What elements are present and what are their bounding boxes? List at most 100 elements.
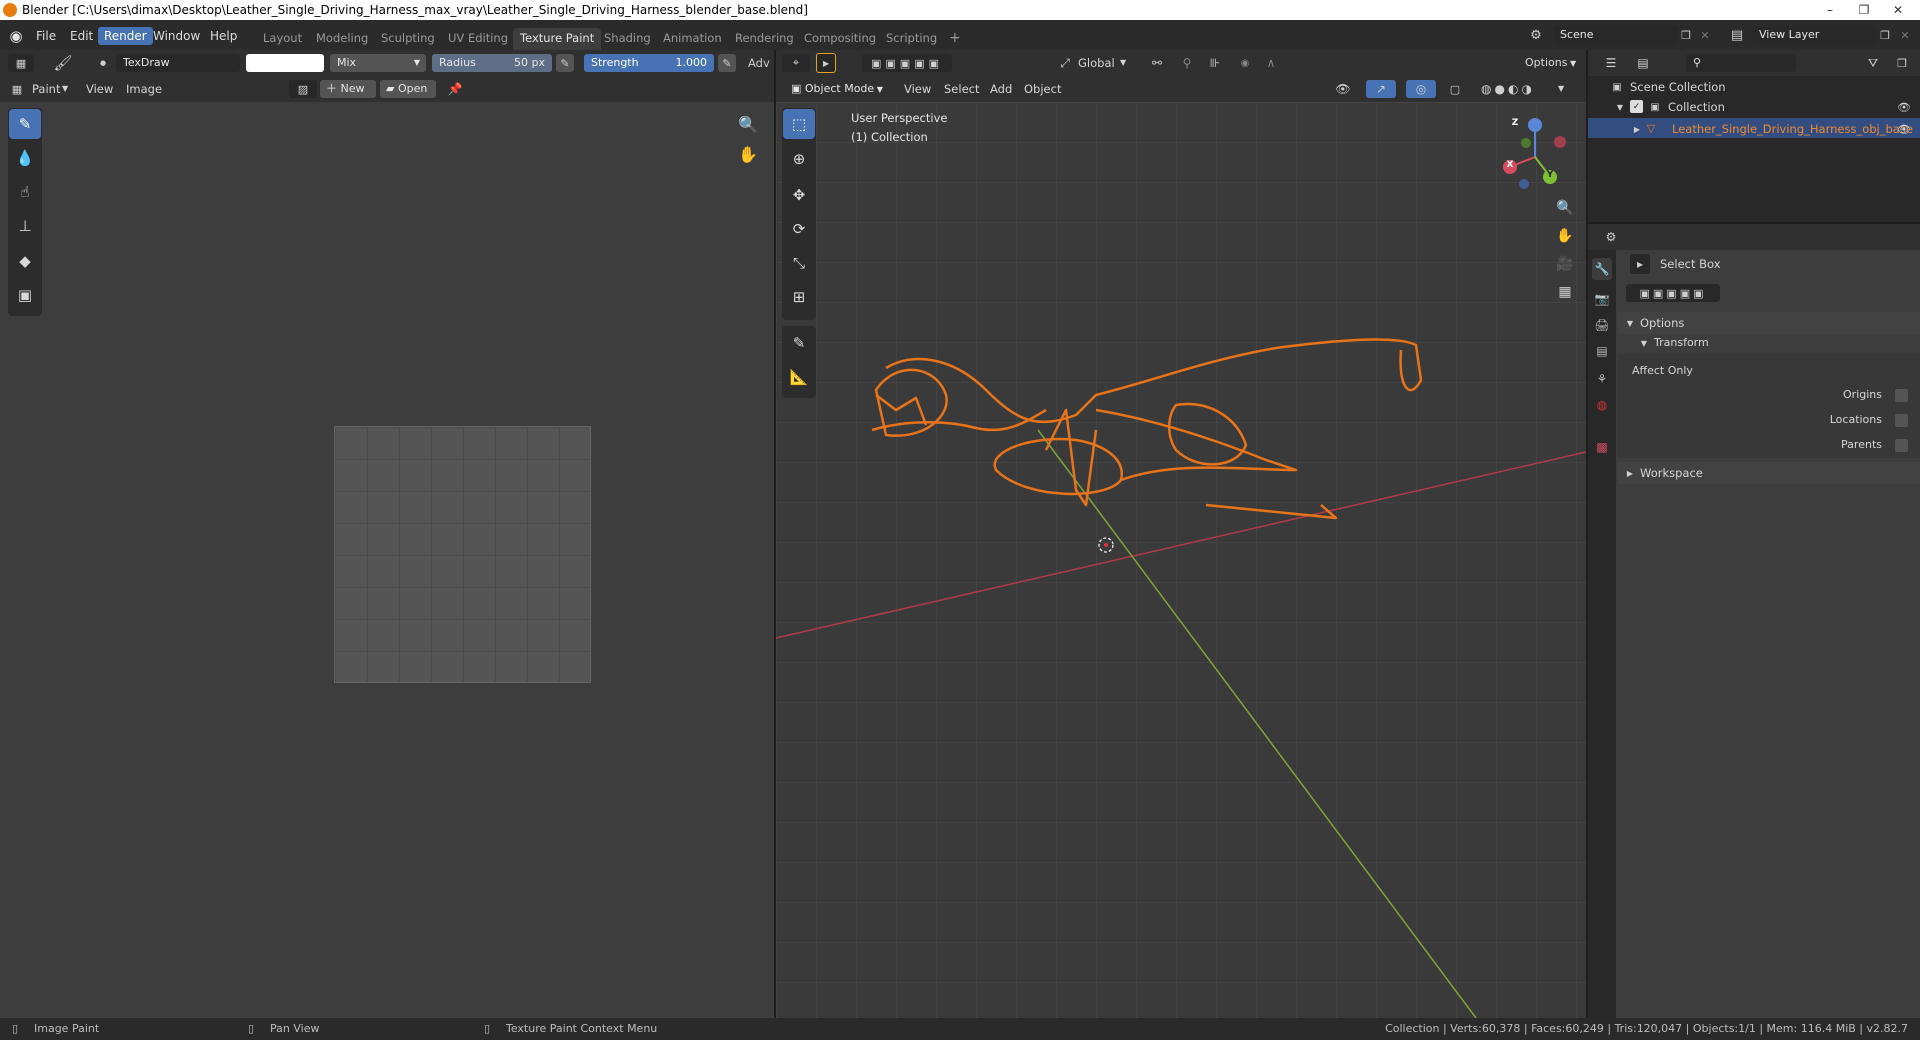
expand-arrow-icon[interactable]: ▼ (1614, 100, 1626, 114)
soften-tool-button[interactable]: 💧 (9, 143, 41, 173)
select-mode-buttons[interactable]: ▣▣▣▣▣ (1626, 284, 1720, 302)
eye-icon[interactable]: 👁 (1896, 121, 1912, 137)
zoom-icon[interactable]: 🔍 (736, 112, 760, 136)
add-workspace-button[interactable]: + (942, 28, 968, 50)
annotate-tool-button[interactable]: ✎ (783, 328, 815, 358)
eye-icon[interactable]: 👁 (1896, 99, 1912, 115)
tab-sculpting[interactable]: Sculpting (374, 28, 442, 50)
navigation-gizmo[interactable] (1490, 112, 1580, 202)
tab-layout[interactable]: Layout (256, 28, 309, 50)
xray-icon[interactable]: ▢ (1446, 80, 1464, 98)
camera-icon[interactable]: 🎥 (1552, 252, 1578, 276)
tab-compositing[interactable]: Compositing (797, 28, 883, 50)
measure-tool-button[interactable]: 📐 (783, 362, 815, 392)
new-image-button[interactable]: ＋ New (320, 80, 376, 98)
outliner-scene-collection[interactable]: Scene Collection (1630, 80, 1726, 94)
select-box-tool-button[interactable]: ⬚ (783, 109, 815, 139)
output-tab-icon[interactable]: 🖨 (1592, 314, 1612, 336)
falloff-icon[interactable]: ∧ (1256, 54, 1286, 72)
image-canvas-grid[interactable] (334, 426, 591, 683)
menu-file[interactable]: File (30, 27, 62, 45)
menu-select[interactable]: Select (944, 82, 979, 96)
advanced-menu[interactable]: Adv (748, 56, 770, 70)
visibility-eye-icon[interactable]: 👁 (1330, 80, 1356, 98)
transform-subpanel-title[interactable]: Transform (1654, 336, 1709, 349)
snap-icon[interactable]: ⚲ (1178, 54, 1196, 72)
menu-window[interactable]: Window (147, 27, 206, 45)
parents-checkbox[interactable] (1895, 439, 1908, 452)
menu-add[interactable]: Add (990, 82, 1012, 96)
tab-modeling[interactable]: Modeling (309, 28, 375, 50)
origins-checkbox[interactable] (1895, 389, 1908, 402)
display-mode-icon[interactable]: ▤ (1630, 54, 1656, 72)
open-image-button[interactable]: ▰ Open (380, 80, 436, 98)
expand-arrow-icon[interactable]: ▼ (1638, 336, 1650, 350)
smear-tool-button[interactable]: ☝ (9, 177, 41, 207)
proportional-edit-icon[interactable]: ◉ (1236, 54, 1254, 72)
locations-checkbox[interactable] (1895, 414, 1908, 427)
menu-view[interactable]: View (904, 82, 931, 96)
strength-pressure-icon[interactable]: ✎ (718, 54, 736, 72)
texture-tab-icon[interactable]: ▩ (1592, 436, 1612, 458)
menu-view[interactable]: View (86, 82, 113, 96)
rotate-tool-button[interactable]: ⟳ (783, 214, 815, 244)
expand-arrow-icon[interactable]: ▶ (1632, 122, 1642, 136)
collection-checkbox[interactable]: ✓ (1630, 100, 1643, 113)
scale-tool-button[interactable]: ⤡ (783, 248, 815, 278)
tab-shading[interactable]: Shading (597, 28, 658, 50)
object-mode-select[interactable]: ▣ Object Mode ▼ (784, 80, 892, 98)
radius-slider[interactable]: Radius 50 px (432, 54, 552, 72)
menu-image[interactable]: Image (126, 82, 162, 96)
image-browse-icon[interactable]: ▨ (289, 80, 317, 98)
brush-name-field[interactable]: TexDraw (116, 54, 240, 72)
new-view-layer-icon[interactable]: ❐ (1876, 26, 1894, 44)
menu-render[interactable]: Render (98, 27, 153, 45)
menu-object[interactable]: Object (1024, 82, 1061, 96)
hand-pan-icon[interactable]: ✋ (736, 142, 760, 166)
new-collection-icon[interactable]: ❐ (1892, 54, 1912, 72)
render-tab-icon[interactable]: 📷 (1592, 288, 1612, 310)
shading-mode-buttons[interactable]: ◍●◐◑ (1468, 80, 1548, 98)
paint-mode-select[interactable]: Paint (32, 82, 60, 96)
editor-type-icon[interactable]: ⚙ (1598, 228, 1624, 246)
draw-tool-button[interactable]: ✎ (9, 109, 41, 139)
delete-scene-icon[interactable]: ✕ (1696, 26, 1714, 44)
select-box-tool-icon[interactable]: ▸ (816, 53, 836, 73)
menu-edit[interactable]: Edit (64, 27, 99, 45)
view-layer-tab-icon[interactable]: ▤ (1592, 340, 1612, 362)
tab-uv-editing[interactable]: UV Editing (441, 28, 515, 50)
blender-menu-icon[interactable]: ◉ (6, 26, 26, 46)
cursor-tool-button[interactable]: ⊕ (783, 144, 815, 174)
close-window-button[interactable]: ✕ (1883, 0, 1913, 20)
menu-help[interactable]: Help (204, 27, 243, 45)
tab-rendering[interactable]: Rendering (728, 28, 801, 50)
maximize-button[interactable]: ❐ (1849, 0, 1879, 20)
brush-icon[interactable]: 🖌 (52, 53, 74, 73)
overlay-toggle-icon[interactable]: ◎ (1406, 80, 1436, 98)
view-layer-field[interactable]: View Layer (1752, 26, 1876, 44)
world-tab-icon[interactable]: ◍ (1592, 394, 1612, 416)
radius-pressure-icon[interactable]: ✎ (556, 54, 574, 72)
editor-type-icon[interactable]: ☰ (1598, 54, 1624, 72)
outliner-search-input[interactable]: ⚲ (1686, 54, 1796, 72)
brush-color-swatch[interactable] (246, 54, 324, 72)
minimize-button[interactable]: – (1815, 0, 1845, 20)
tab-scripting[interactable]: Scripting (879, 28, 944, 50)
filter-icon[interactable]: ⛛ (1860, 54, 1886, 72)
strength-slider[interactable]: Strength 1.000 (584, 54, 714, 72)
transform-tool-button[interactable]: ⊞ (783, 282, 815, 312)
hand-pan-icon[interactable]: ✋ (1552, 224, 1578, 248)
fill-tool-button[interactable]: ◆ (9, 246, 41, 276)
tab-animation[interactable]: Animation (656, 28, 729, 50)
pin-icon[interactable]: 📌 (446, 80, 464, 98)
selection-mode-buttons[interactable]: ▣▣▣▣▣ (862, 54, 952, 72)
outliner-collection[interactable]: Collection (1668, 100, 1725, 114)
clone-tool-button[interactable]: ⊥ (9, 211, 41, 241)
pivot-point-icon[interactable]: ⚯ (1142, 54, 1172, 72)
editor-type-icon[interactable]: ▦ (8, 54, 34, 72)
move-tool-button[interactable]: ✥ (783, 180, 815, 210)
delete-view-layer-icon[interactable]: ✕ (1896, 26, 1914, 44)
blend-mode-select[interactable]: Mix ▼ (330, 54, 426, 72)
ortho-grid-icon[interactable]: ▦ (1552, 280, 1578, 304)
mask-tool-button[interactable]: ▣ (9, 280, 41, 310)
